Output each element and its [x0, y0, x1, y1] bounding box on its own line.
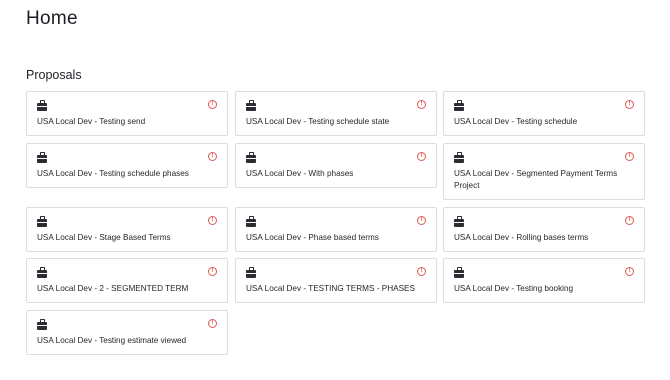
alert-circle-icon: ! [208, 216, 217, 225]
alert-circle-icon: ! [208, 100, 217, 109]
proposal-card[interactable]: ! USA Local Dev - Testing schedule state [235, 91, 437, 136]
briefcase-icon [37, 319, 47, 330]
alert-circle-icon: ! [417, 216, 426, 225]
alert-circle-icon: ! [417, 100, 426, 109]
briefcase-icon [246, 100, 256, 111]
proposal-card-title: USA Local Dev - Testing estimate viewed [37, 336, 187, 345]
alert-circle-icon: ! [208, 152, 217, 161]
briefcase-icon [246, 216, 256, 227]
proposal-card[interactable]: ! USA Local Dev - Testing estimate viewe… [26, 310, 228, 355]
proposal-card-title: USA Local Dev - Segmented Payment Terms … [454, 169, 618, 190]
briefcase-icon [37, 267, 47, 278]
briefcase-icon [37, 216, 47, 227]
briefcase-icon [37, 152, 47, 163]
proposal-card-title: USA Local Dev - Rolling bases terms [454, 233, 589, 242]
proposal-card-title: USA Local Dev - Testing booking [454, 284, 574, 293]
briefcase-icon [454, 216, 464, 227]
proposal-card[interactable]: ! USA Local Dev - Rolling bases terms [443, 207, 645, 252]
alert-circle-icon: ! [625, 267, 634, 276]
proposal-card[interactable]: ! USA Local Dev - Testing send [26, 91, 228, 136]
alert-circle-icon: ! [208, 267, 217, 276]
proposal-card-title: USA Local Dev - TESTING TERMS - PHASES [246, 284, 415, 293]
section-title-proposals: Proposals [26, 68, 82, 82]
alert-circle-icon: ! [625, 152, 634, 161]
briefcase-icon [454, 152, 464, 163]
proposal-card-title: USA Local Dev - Testing schedule state [246, 117, 390, 126]
briefcase-icon [454, 100, 464, 111]
proposal-card[interactable]: ! USA Local Dev - 2 - SEGMENTED TERM [26, 258, 228, 303]
proposal-card-title: USA Local Dev - Stage Based Terms [37, 233, 171, 242]
proposal-card-title: USA Local Dev - Testing schedule [454, 117, 578, 126]
proposal-card[interactable]: ! USA Local Dev - Stage Based Terms [26, 207, 228, 252]
proposal-card[interactable]: ! USA Local Dev - Phase based terms [235, 207, 437, 252]
proposal-card[interactable]: ! USA Local Dev - Testing booking [443, 258, 645, 303]
alert-circle-icon: ! [625, 216, 634, 225]
proposal-card[interactable]: ! USA Local Dev - Testing schedule [443, 91, 645, 136]
proposal-card[interactable]: ! USA Local Dev - With phases [235, 143, 437, 188]
proposal-card-title: USA Local Dev - With phases [246, 169, 354, 178]
proposal-card-title: USA Local Dev - 2 - SEGMENTED TERM [37, 284, 189, 293]
proposal-card[interactable]: ! USA Local Dev - TESTING TERMS - PHASES [235, 258, 437, 303]
alert-circle-icon: ! [625, 100, 634, 109]
alert-circle-icon: ! [208, 319, 217, 328]
briefcase-icon [246, 152, 256, 163]
briefcase-icon [246, 267, 256, 278]
page-title: Home [26, 8, 78, 29]
proposal-card-title: USA Local Dev - Testing send [37, 117, 146, 126]
proposal-card[interactable]: ! USA Local Dev - Segmented Payment Term… [443, 143, 645, 200]
briefcase-icon [37, 100, 47, 111]
proposal-card-title: USA Local Dev - Phase based terms [246, 233, 379, 242]
proposal-card-title: USA Local Dev - Testing schedule phases [37, 169, 189, 178]
briefcase-icon [454, 267, 464, 278]
alert-circle-icon: ! [417, 267, 426, 276]
proposal-card[interactable]: ! USA Local Dev - Testing schedule phase… [26, 143, 228, 188]
alert-circle-icon: ! [417, 152, 426, 161]
